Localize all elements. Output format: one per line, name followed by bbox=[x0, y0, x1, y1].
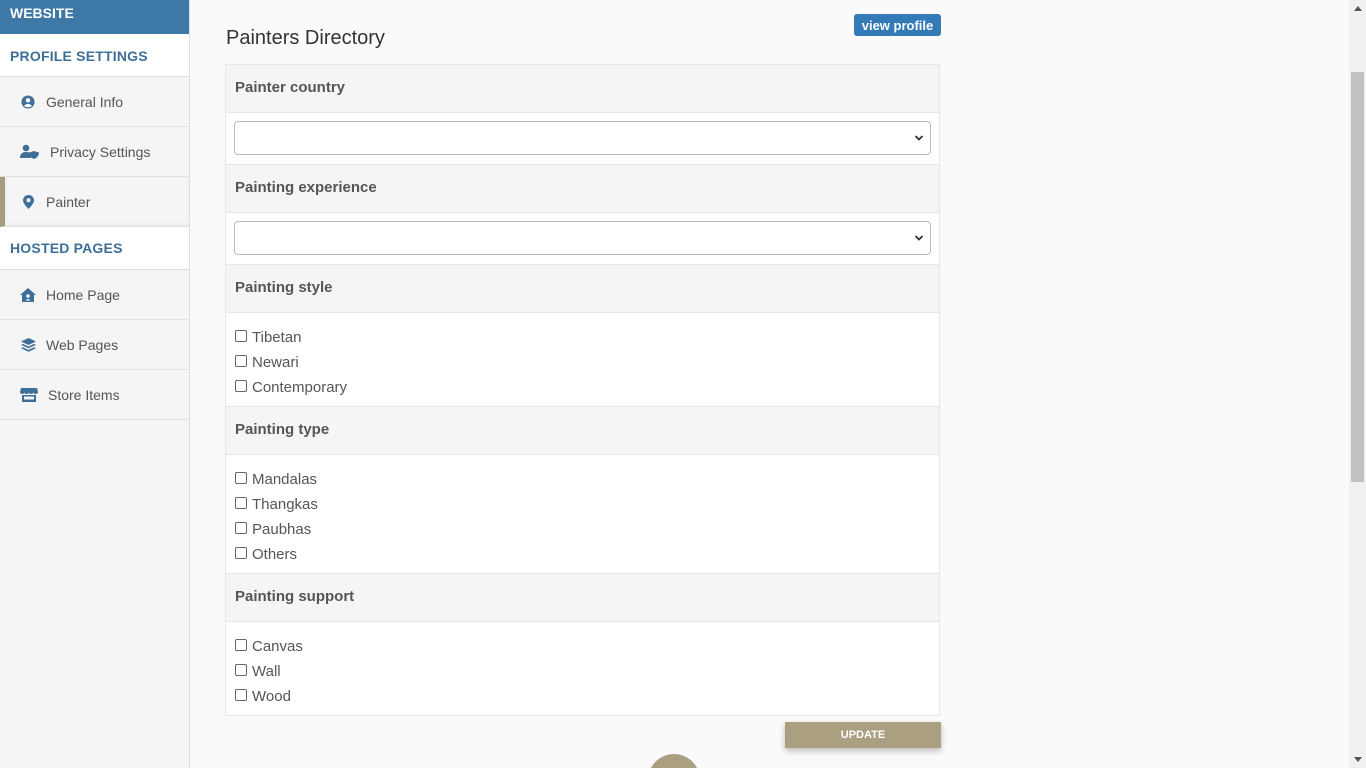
option-label: Tibetan bbox=[252, 329, 302, 346]
type-option-mandalas[interactable]: Mandalas bbox=[235, 467, 939, 492]
home-icon bbox=[18, 287, 38, 303]
checkbox[interactable] bbox=[235, 688, 247, 701]
scroll-down-arrow-icon[interactable] bbox=[1349, 751, 1366, 768]
support-option-wall[interactable]: Wall bbox=[235, 659, 939, 684]
user-circle-icon bbox=[18, 94, 38, 110]
painting-experience-label: Painting experience bbox=[226, 165, 939, 213]
sidebar-item-privacy-settings[interactable]: Privacy Settings bbox=[0, 127, 189, 177]
style-option-contemporary[interactable]: Contemporary bbox=[235, 375, 939, 400]
sidebar-item-painter[interactable]: Painter bbox=[0, 177, 189, 227]
checkbox[interactable] bbox=[235, 663, 247, 676]
sidebar-item-web-pages[interactable]: Web Pages bbox=[0, 320, 189, 370]
checkbox[interactable] bbox=[235, 379, 247, 392]
option-label: Others bbox=[252, 546, 298, 563]
type-option-others[interactable]: Others bbox=[235, 542, 939, 567]
sidebar-item-home-page[interactable]: Home Page bbox=[0, 270, 189, 320]
chevron-down-icon bbox=[914, 235, 924, 241]
update-button[interactable]: UPDATE bbox=[785, 722, 941, 748]
vertical-scrollbar[interactable] bbox=[1349, 0, 1366, 768]
option-label: Canvas bbox=[252, 638, 303, 655]
sidebar-item-label: General Info bbox=[46, 93, 124, 110]
floating-action-button[interactable] bbox=[648, 754, 700, 768]
map-marker-icon bbox=[18, 194, 38, 210]
support-option-canvas[interactable]: Canvas bbox=[235, 634, 939, 659]
sidebar-brand[interactable]: WEBSITE bbox=[0, 0, 189, 34]
view-profile-button[interactable]: view profile bbox=[854, 14, 941, 36]
type-option-thangkas[interactable]: Thangkas bbox=[235, 492, 939, 517]
sidebar-item-label: Web Pages bbox=[46, 336, 119, 353]
sidebar-item-label: Store Items bbox=[48, 386, 120, 403]
scrollbar-thumb[interactable] bbox=[1351, 72, 1364, 482]
painting-type-label: Painting type bbox=[226, 407, 939, 455]
option-label: Contemporary bbox=[252, 379, 348, 396]
painter-country-label: Painter country bbox=[226, 65, 939, 113]
main-content: Painters Directory view profile Painter … bbox=[190, 0, 1350, 768]
painting-support-label: Painting support bbox=[226, 574, 939, 622]
user-shield-icon bbox=[18, 144, 42, 160]
painting-style-options: Tibetan Newari Contemporary bbox=[226, 313, 939, 407]
chevron-down-icon bbox=[914, 135, 924, 141]
sidebar-item-label: Painter bbox=[46, 193, 91, 210]
page-title: Painters Directory bbox=[226, 27, 385, 49]
painting-style-label: Painting style bbox=[226, 265, 939, 313]
sidebar-item-general-info[interactable]: General Info bbox=[0, 77, 189, 127]
style-option-newari[interactable]: Newari bbox=[235, 350, 939, 375]
hosted-pages-heading: HOSTED PAGES bbox=[0, 227, 189, 270]
checkbox[interactable] bbox=[235, 354, 247, 367]
painting-experience-select[interactable] bbox=[234, 221, 931, 255]
checkbox[interactable] bbox=[235, 496, 247, 509]
painting-type-options: Mandalas Thangkas Paubhas Others bbox=[226, 455, 939, 574]
sidebar-item-label: Privacy Settings bbox=[50, 143, 151, 160]
style-option-tibetan[interactable]: Tibetan bbox=[235, 325, 939, 350]
option-label: Newari bbox=[252, 354, 299, 371]
scroll-up-arrow-icon[interactable] bbox=[1349, 0, 1366, 17]
checkbox[interactable] bbox=[235, 471, 247, 484]
checkbox[interactable] bbox=[235, 521, 247, 534]
option-label: Paubhas bbox=[252, 521, 312, 538]
sidebar-item-label: Home Page bbox=[46, 286, 120, 303]
support-option-wood[interactable]: Wood bbox=[235, 684, 939, 709]
profile-settings-heading: PROFILE SETTINGS bbox=[0, 34, 189, 77]
painting-support-options: Canvas Wall Wood bbox=[226, 622, 939, 715]
checkbox[interactable] bbox=[235, 546, 247, 559]
option-label: Wood bbox=[252, 688, 291, 705]
sidebar: WEBSITE PROFILE SETTINGS General Info Pr… bbox=[0, 0, 190, 768]
option-label: Thangkas bbox=[252, 496, 318, 513]
store-icon bbox=[18, 387, 40, 403]
option-label: Wall bbox=[252, 663, 281, 680]
sidebar-item-store-items[interactable]: Store Items bbox=[0, 370, 189, 420]
checkbox[interactable] bbox=[235, 638, 247, 651]
type-option-paubhas[interactable]: Paubhas bbox=[235, 517, 939, 542]
option-label: Mandalas bbox=[252, 471, 318, 488]
painter-form: Painter country Painting experience Pain… bbox=[225, 64, 940, 716]
checkbox[interactable] bbox=[235, 329, 247, 342]
layers-icon bbox=[18, 337, 38, 353]
painter-country-select[interactable] bbox=[234, 121, 931, 155]
